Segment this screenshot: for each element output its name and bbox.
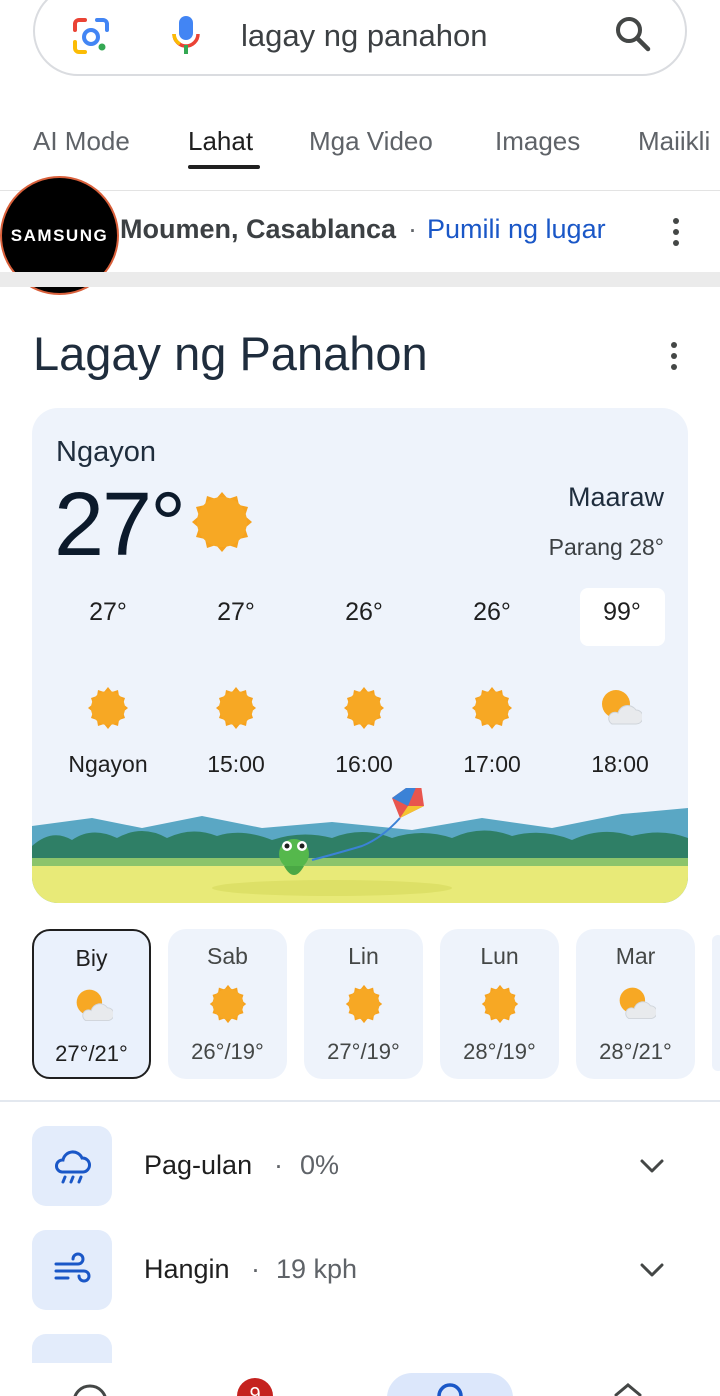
search-icon [437,1383,463,1396]
sun-icon [344,687,384,729]
location-name: Moumen, Casablanca [120,214,397,244]
rain-cloud-icon [55,1150,91,1184]
day-temps: 27°/21° [55,1041,128,1066]
hour-label: Ngayon [68,751,148,777]
hour-label: 15:00 [207,751,265,777]
now-label: Ngayon [56,436,156,468]
location-more-icon[interactable] [672,218,680,246]
hour-temp: 26° [345,598,383,626]
hour-temp: 27° [89,598,127,626]
nav-search-active[interactable] [387,1373,513,1396]
tab-mga-video[interactable]: Mga Video [309,126,433,157]
hour-label: 17:00 [463,751,521,777]
location-separator: · [408,214,417,244]
sun-icon [345,984,383,1024]
chevron-down-icon[interactable] [638,1152,666,1180]
hour-temp: 26° [473,598,511,626]
weather-card: Ngayon 27° Maaraw Parang 28° 27° 27° 26°… [32,408,688,903]
detail-separator: · [274,1150,283,1180]
sun-icon [472,687,512,729]
google-lens-icon[interactable] [71,16,111,56]
day-name: Lun [480,943,519,969]
day-card-biy[interactable]: Biy 27°/21° [32,929,151,1079]
rain-icon-box [32,1126,112,1206]
wind-label: Hangin [144,1254,230,1284]
section-separator [0,272,720,287]
hour-label: 16:00 [335,751,393,777]
day-card-next-partial[interactable] [712,935,720,1071]
sun-icon [209,984,247,1024]
wind-icon-box [32,1230,112,1310]
wind-value: 19 kph [276,1254,358,1284]
partly-cloudy-icon [76,989,113,1021]
weather-title: Lagay ng Panahon [33,327,428,380]
weather-condition: Maaraw [567,482,664,512]
feels-like: Parang 28° [548,534,664,560]
day-name: Mar [615,943,656,969]
choose-location-link[interactable]: Pumili ng lugar [427,214,606,245]
microphone-icon[interactable] [171,14,201,56]
tab-images[interactable]: Images [495,126,580,157]
day-name: Sab [207,943,248,969]
active-tab-indicator [188,165,260,169]
day-card-sab[interactable]: Sab 26°/19° [168,929,287,1079]
tab-lahat[interactable]: Lahat [188,126,253,157]
sun-icon [216,687,256,729]
chevron-down-icon[interactable] [638,1256,666,1284]
day-card-lin[interactable]: Lin 27°/19° [304,929,423,1079]
day-card-mar[interactable]: Mar 28°/21° [576,929,695,1079]
day-temps: 28°/19° [463,1039,536,1064]
day-temps: 28°/21° [599,1039,672,1064]
search-icon[interactable] [613,14,653,54]
hour-label: 18:00 [591,751,649,777]
chevron-up-icon[interactable] [612,1383,644,1396]
day-name: Biy [75,945,108,971]
day-temps: 27°/19° [327,1039,400,1064]
current-temperature: 27° [54,475,186,575]
tab-ai-mode[interactable]: AI Mode [33,126,130,157]
search-bar[interactable]: lagay ng panahon [33,0,687,76]
sun-icon [192,492,252,552]
divider [0,190,720,191]
discover-icon[interactable] [70,1382,110,1396]
divider [0,1100,720,1102]
sun-icon [88,687,128,729]
wind-icon [54,1252,91,1283]
weather-more-icon[interactable] [670,342,678,370]
precipitation-value: 0% [300,1150,340,1180]
precipitation-label: Pag-ulan [144,1150,253,1180]
hour-temp: 27° [217,598,255,626]
day-name: Lin [348,943,379,969]
partly-cloudy-icon [619,987,656,1019]
day-card-lun[interactable]: Lun 28°/19° [440,929,559,1079]
search-input[interactable]: lagay ng panahon [241,18,488,54]
day-temps: 26°/19° [191,1039,264,1064]
partly-cloudy-icon [602,690,642,725]
tab-maiikli[interactable]: Maiikli [638,126,710,157]
hour-temp: 99° [603,598,641,626]
detail-separator: · [251,1254,260,1284]
search-tabs: AI Mode Lahat Mga Video Images Maiikli [0,120,720,170]
landscape-illustration [32,788,688,903]
sun-icon [481,984,519,1024]
